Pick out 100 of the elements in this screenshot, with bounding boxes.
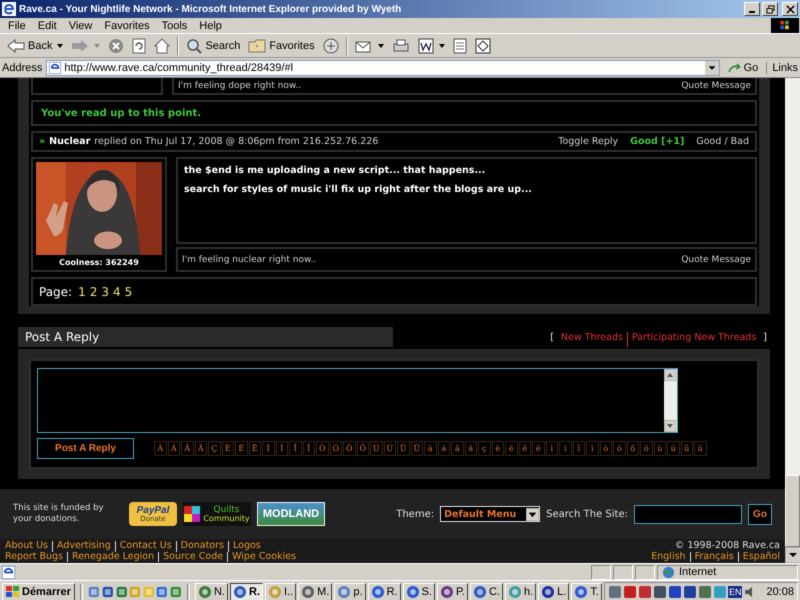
footer-link[interactable]: About Us (5, 540, 52, 552)
minimize-button[interactable] (744, 2, 760, 16)
character-button[interactable]: Ü (410, 441, 423, 456)
character-button[interactable]: Í (276, 441, 288, 456)
scroll-down-button[interactable] (785, 547, 800, 563)
reply-text-area[interactable] (37, 368, 678, 433)
task-button[interactable]: p. (334, 582, 366, 600)
menu-item[interactable]: View (62, 20, 98, 32)
tray-icon[interactable] (698, 585, 712, 599)
links-button[interactable]: Links (766, 62, 798, 74)
character-button[interactable]: ó (613, 441, 626, 456)
footer-link[interactable]: Report Bugs (5, 552, 68, 562)
menu-item[interactable]: Edit (32, 20, 63, 32)
caret-icon[interactable] (438, 44, 445, 48)
task-button[interactable]: I.. (264, 582, 296, 600)
character-button[interactable]: Ê (248, 441, 261, 456)
sponsor-banner[interactable]: MODLAND (257, 502, 325, 526)
address-field[interactable]: http://www.rave.ca/community_thread/28439/#l (46, 60, 720, 76)
launcher-icon[interactable] (102, 584, 114, 600)
character-button[interactable]: Ô (343, 441, 356, 456)
quote-link[interactable]: Quote Message (681, 254, 751, 264)
go-button[interactable]: Go (748, 504, 772, 524)
page-link[interactable]: 5 (124, 284, 132, 298)
character-button[interactable]: ì (546, 441, 558, 456)
launcher-icon[interactable] (116, 584, 128, 600)
page-link[interactable]: 4 (113, 284, 121, 298)
menu-item[interactable]: File (2, 20, 32, 32)
tray-icon[interactable] (638, 585, 652, 599)
footer-link[interactable]: Source Code (158, 552, 228, 562)
toggle-reply-link[interactable]: Toggle Reply (558, 136, 618, 147)
menu-item[interactable]: Tools (156, 20, 194, 32)
character-button[interactable]: È (222, 441, 234, 456)
character-button[interactable]: à (424, 441, 436, 456)
language-link[interactable]: Français (690, 552, 738, 562)
character-button[interactable]: Á (168, 441, 180, 456)
close-button[interactable] (782, 2, 798, 16)
dropdown-arrow-icon[interactable] (526, 508, 540, 520)
search-button[interactable]: Search (183, 36, 244, 54)
character-button[interactable]: ä (464, 441, 477, 456)
tray-icon[interactable] (652, 585, 667, 599)
task-button[interactable]: R. (230, 582, 263, 600)
footer-link[interactable]: Renegade Legion (67, 552, 158, 562)
character-button[interactable]: ç (478, 441, 490, 456)
back-button[interactable]: Back (4, 38, 56, 54)
launcher-icon[interactable] (88, 584, 100, 600)
tray-icon[interactable] (668, 585, 682, 599)
search-field[interactable] (634, 504, 742, 524)
thread-link[interactable]: New Threads (556, 332, 627, 347)
character-button[interactable]: Ú (384, 441, 396, 456)
character-button[interactable]: Î (289, 441, 302, 456)
task-button[interactable]: P. (436, 582, 468, 600)
task-button[interactable]: h. (504, 582, 536, 600)
character-button[interactable]: é (505, 441, 518, 456)
character-button[interactable]: â (451, 441, 464, 456)
caret-icon[interactable] (378, 44, 384, 48)
character-button[interactable]: ï (586, 441, 598, 456)
character-button[interactable]: Ò (316, 441, 328, 456)
task-button[interactable]: L. (538, 582, 570, 600)
scroll-up-button[interactable] (664, 369, 676, 381)
restore-button[interactable] (762, 2, 778, 16)
footer-link[interactable]: Advertising (52, 540, 115, 552)
footer-link[interactable]: Wipe Cookies (227, 552, 300, 562)
character-button[interactable]: Ù (370, 441, 382, 456)
language-link[interactable]: English (647, 552, 690, 562)
footer-link[interactable]: Donators (176, 540, 228, 552)
tray-icon[interactable] (608, 585, 622, 599)
character-button[interactable]: ú (667, 441, 680, 456)
vote-link[interactable]: Good / Bad (696, 136, 749, 147)
character-button[interactable]: ë (532, 441, 544, 456)
theme-select[interactable]: Default Menu (440, 506, 540, 522)
author-name[interactable]: Nuclear (49, 136, 90, 147)
character-button[interactable]: Ä (194, 441, 207, 456)
character-button[interactable]: ö (640, 441, 652, 456)
task-button[interactable]: M. (298, 582, 332, 600)
character-button[interactable]: Û (397, 441, 410, 456)
character-button[interactable]: Ç (208, 441, 220, 456)
character-button[interactable]: ü (694, 441, 706, 456)
tray-icon[interactable] (622, 585, 637, 599)
task-button[interactable]: S. (402, 582, 435, 600)
character-button[interactable]: Ö (356, 441, 369, 456)
task-button[interactable]: T. (571, 582, 602, 600)
character-button[interactable]: Ó (330, 441, 342, 456)
menu-item[interactable]: Favorites (98, 20, 156, 32)
task-button[interactable]: N. (194, 582, 228, 600)
page-link[interactable]: 3 (101, 284, 110, 298)
go-button[interactable]: Go (724, 62, 762, 74)
quote-link[interactable]: Quote Message (681, 80, 751, 90)
task-button[interactable]: C. (470, 582, 503, 600)
language-indicator[interactable]: EN (728, 586, 742, 598)
character-button[interactable]: ô (626, 441, 639, 456)
character-button[interactable]: ê (518, 441, 531, 456)
menu-item[interactable]: Help (193, 20, 228, 32)
footer-link[interactable]: Contact Us (114, 540, 176, 552)
page-link[interactable]: 2 (90, 284, 98, 298)
character-button[interactable]: î (572, 441, 585, 456)
favorites-button[interactable]: Favorites (245, 38, 318, 54)
character-button[interactable]: è (492, 441, 504, 456)
character-button[interactable]: á (438, 441, 450, 456)
page-link[interactable]: 1 (78, 284, 86, 298)
sponsor-banner[interactable]: Quilts Community (183, 502, 251, 526)
